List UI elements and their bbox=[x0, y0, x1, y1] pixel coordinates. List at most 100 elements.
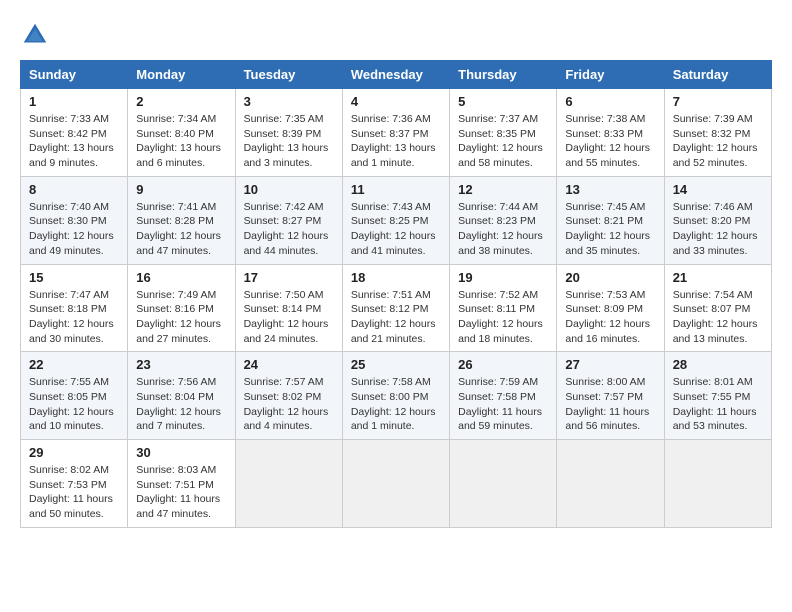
day-number: 28 bbox=[673, 357, 763, 372]
day-info: Sunrise: 8:02 AM Sunset: 7:53 PM Dayligh… bbox=[29, 463, 119, 522]
day-info: Sunrise: 7:39 AM Sunset: 8:32 PM Dayligh… bbox=[673, 112, 763, 171]
day-number: 6 bbox=[565, 94, 655, 109]
day-number: 12 bbox=[458, 182, 548, 197]
day-number: 13 bbox=[565, 182, 655, 197]
day-info: Sunrise: 7:51 AM Sunset: 8:12 PM Dayligh… bbox=[351, 288, 441, 347]
day-number: 21 bbox=[673, 270, 763, 285]
day-info: Sunrise: 7:58 AM Sunset: 8:00 PM Dayligh… bbox=[351, 375, 441, 434]
calendar-cell: 16 Sunrise: 7:49 AM Sunset: 8:16 PM Dayl… bbox=[128, 264, 235, 352]
calendar-cell: 21 Sunrise: 7:54 AM Sunset: 8:07 PM Dayl… bbox=[664, 264, 771, 352]
day-info: Sunrise: 7:46 AM Sunset: 8:20 PM Dayligh… bbox=[673, 200, 763, 259]
day-number: 27 bbox=[565, 357, 655, 372]
day-number: 4 bbox=[351, 94, 441, 109]
calendar-cell: 11 Sunrise: 7:43 AM Sunset: 8:25 PM Dayl… bbox=[342, 176, 449, 264]
calendar-cell bbox=[664, 440, 771, 528]
calendar-cell bbox=[235, 440, 342, 528]
day-info: Sunrise: 7:41 AM Sunset: 8:28 PM Dayligh… bbox=[136, 200, 226, 259]
day-info: Sunrise: 7:56 AM Sunset: 8:04 PM Dayligh… bbox=[136, 375, 226, 434]
calendar-week-row: 15 Sunrise: 7:47 AM Sunset: 8:18 PM Dayl… bbox=[21, 264, 772, 352]
calendar-cell: 4 Sunrise: 7:36 AM Sunset: 8:37 PM Dayli… bbox=[342, 89, 449, 177]
header-monday: Monday bbox=[128, 61, 235, 89]
day-number: 11 bbox=[351, 182, 441, 197]
calendar-cell: 17 Sunrise: 7:50 AM Sunset: 8:14 PM Dayl… bbox=[235, 264, 342, 352]
day-info: Sunrise: 7:53 AM Sunset: 8:09 PM Dayligh… bbox=[565, 288, 655, 347]
calendar-cell: 2 Sunrise: 7:34 AM Sunset: 8:40 PM Dayli… bbox=[128, 89, 235, 177]
day-number: 22 bbox=[29, 357, 119, 372]
day-number: 5 bbox=[458, 94, 548, 109]
day-number: 19 bbox=[458, 270, 548, 285]
day-number: 1 bbox=[29, 94, 119, 109]
calendar-cell: 18 Sunrise: 7:51 AM Sunset: 8:12 PM Dayl… bbox=[342, 264, 449, 352]
calendar-cell: 15 Sunrise: 7:47 AM Sunset: 8:18 PM Dayl… bbox=[21, 264, 128, 352]
day-number: 8 bbox=[29, 182, 119, 197]
header-tuesday: Tuesday bbox=[235, 61, 342, 89]
day-number: 17 bbox=[244, 270, 334, 285]
day-number: 29 bbox=[29, 445, 119, 460]
calendar-cell: 23 Sunrise: 7:56 AM Sunset: 8:04 PM Dayl… bbox=[128, 352, 235, 440]
day-info: Sunrise: 7:40 AM Sunset: 8:30 PM Dayligh… bbox=[29, 200, 119, 259]
calendar-cell: 27 Sunrise: 8:00 AM Sunset: 7:57 PM Dayl… bbox=[557, 352, 664, 440]
day-info: Sunrise: 8:01 AM Sunset: 7:55 PM Dayligh… bbox=[673, 375, 763, 434]
calendar-week-row: 1 Sunrise: 7:33 AM Sunset: 8:42 PM Dayli… bbox=[21, 89, 772, 177]
day-number: 26 bbox=[458, 357, 548, 372]
calendar-cell: 10 Sunrise: 7:42 AM Sunset: 8:27 PM Dayl… bbox=[235, 176, 342, 264]
day-info: Sunrise: 7:59 AM Sunset: 7:58 PM Dayligh… bbox=[458, 375, 548, 434]
calendar-cell: 24 Sunrise: 7:57 AM Sunset: 8:02 PM Dayl… bbox=[235, 352, 342, 440]
calendar-header-row: SundayMondayTuesdayWednesdayThursdayFrid… bbox=[21, 61, 772, 89]
day-info: Sunrise: 7:45 AM Sunset: 8:21 PM Dayligh… bbox=[565, 200, 655, 259]
day-number: 2 bbox=[136, 94, 226, 109]
logo bbox=[20, 20, 56, 50]
calendar-week-row: 29 Sunrise: 8:02 AM Sunset: 7:53 PM Dayl… bbox=[21, 440, 772, 528]
day-number: 23 bbox=[136, 357, 226, 372]
day-info: Sunrise: 7:42 AM Sunset: 8:27 PM Dayligh… bbox=[244, 200, 334, 259]
day-number: 18 bbox=[351, 270, 441, 285]
calendar-cell: 1 Sunrise: 7:33 AM Sunset: 8:42 PM Dayli… bbox=[21, 89, 128, 177]
calendar-cell: 22 Sunrise: 7:55 AM Sunset: 8:05 PM Dayl… bbox=[21, 352, 128, 440]
day-number: 14 bbox=[673, 182, 763, 197]
day-number: 20 bbox=[565, 270, 655, 285]
day-info: Sunrise: 7:49 AM Sunset: 8:16 PM Dayligh… bbox=[136, 288, 226, 347]
calendar-cell: 5 Sunrise: 7:37 AM Sunset: 8:35 PM Dayli… bbox=[450, 89, 557, 177]
day-info: Sunrise: 7:55 AM Sunset: 8:05 PM Dayligh… bbox=[29, 375, 119, 434]
calendar-cell bbox=[342, 440, 449, 528]
day-number: 30 bbox=[136, 445, 226, 460]
calendar-cell bbox=[450, 440, 557, 528]
day-info: Sunrise: 8:03 AM Sunset: 7:51 PM Dayligh… bbox=[136, 463, 226, 522]
day-info: Sunrise: 7:36 AM Sunset: 8:37 PM Dayligh… bbox=[351, 112, 441, 171]
calendar-cell: 7 Sunrise: 7:39 AM Sunset: 8:32 PM Dayli… bbox=[664, 89, 771, 177]
day-number: 9 bbox=[136, 182, 226, 197]
calendar-week-row: 22 Sunrise: 7:55 AM Sunset: 8:05 PM Dayl… bbox=[21, 352, 772, 440]
calendar-week-row: 8 Sunrise: 7:40 AM Sunset: 8:30 PM Dayli… bbox=[21, 176, 772, 264]
logo-icon bbox=[20, 20, 50, 50]
header-wednesday: Wednesday bbox=[342, 61, 449, 89]
calendar-cell: 14 Sunrise: 7:46 AM Sunset: 8:20 PM Dayl… bbox=[664, 176, 771, 264]
day-info: Sunrise: 7:37 AM Sunset: 8:35 PM Dayligh… bbox=[458, 112, 548, 171]
day-info: Sunrise: 7:35 AM Sunset: 8:39 PM Dayligh… bbox=[244, 112, 334, 171]
day-info: Sunrise: 7:38 AM Sunset: 8:33 PM Dayligh… bbox=[565, 112, 655, 171]
day-number: 15 bbox=[29, 270, 119, 285]
calendar-cell: 30 Sunrise: 8:03 AM Sunset: 7:51 PM Dayl… bbox=[128, 440, 235, 528]
calendar-cell: 28 Sunrise: 8:01 AM Sunset: 7:55 PM Dayl… bbox=[664, 352, 771, 440]
day-info: Sunrise: 7:33 AM Sunset: 8:42 PM Dayligh… bbox=[29, 112, 119, 171]
calendar-cell: 6 Sunrise: 7:38 AM Sunset: 8:33 PM Dayli… bbox=[557, 89, 664, 177]
day-info: Sunrise: 7:50 AM Sunset: 8:14 PM Dayligh… bbox=[244, 288, 334, 347]
calendar-cell: 3 Sunrise: 7:35 AM Sunset: 8:39 PM Dayli… bbox=[235, 89, 342, 177]
day-number: 10 bbox=[244, 182, 334, 197]
calendar-cell: 8 Sunrise: 7:40 AM Sunset: 8:30 PM Dayli… bbox=[21, 176, 128, 264]
calendar-cell: 29 Sunrise: 8:02 AM Sunset: 7:53 PM Dayl… bbox=[21, 440, 128, 528]
day-info: Sunrise: 7:43 AM Sunset: 8:25 PM Dayligh… bbox=[351, 200, 441, 259]
calendar-cell: 25 Sunrise: 7:58 AM Sunset: 8:00 PM Dayl… bbox=[342, 352, 449, 440]
calendar-cell: 26 Sunrise: 7:59 AM Sunset: 7:58 PM Dayl… bbox=[450, 352, 557, 440]
day-info: Sunrise: 7:57 AM Sunset: 8:02 PM Dayligh… bbox=[244, 375, 334, 434]
day-info: Sunrise: 7:47 AM Sunset: 8:18 PM Dayligh… bbox=[29, 288, 119, 347]
day-number: 7 bbox=[673, 94, 763, 109]
header-friday: Friday bbox=[557, 61, 664, 89]
day-info: Sunrise: 7:34 AM Sunset: 8:40 PM Dayligh… bbox=[136, 112, 226, 171]
day-number: 3 bbox=[244, 94, 334, 109]
calendar-cell: 19 Sunrise: 7:52 AM Sunset: 8:11 PM Dayl… bbox=[450, 264, 557, 352]
day-info: Sunrise: 7:44 AM Sunset: 8:23 PM Dayligh… bbox=[458, 200, 548, 259]
calendar-cell: 12 Sunrise: 7:44 AM Sunset: 8:23 PM Dayl… bbox=[450, 176, 557, 264]
day-number: 16 bbox=[136, 270, 226, 285]
day-info: Sunrise: 8:00 AM Sunset: 7:57 PM Dayligh… bbox=[565, 375, 655, 434]
calendar-cell: 20 Sunrise: 7:53 AM Sunset: 8:09 PM Dayl… bbox=[557, 264, 664, 352]
